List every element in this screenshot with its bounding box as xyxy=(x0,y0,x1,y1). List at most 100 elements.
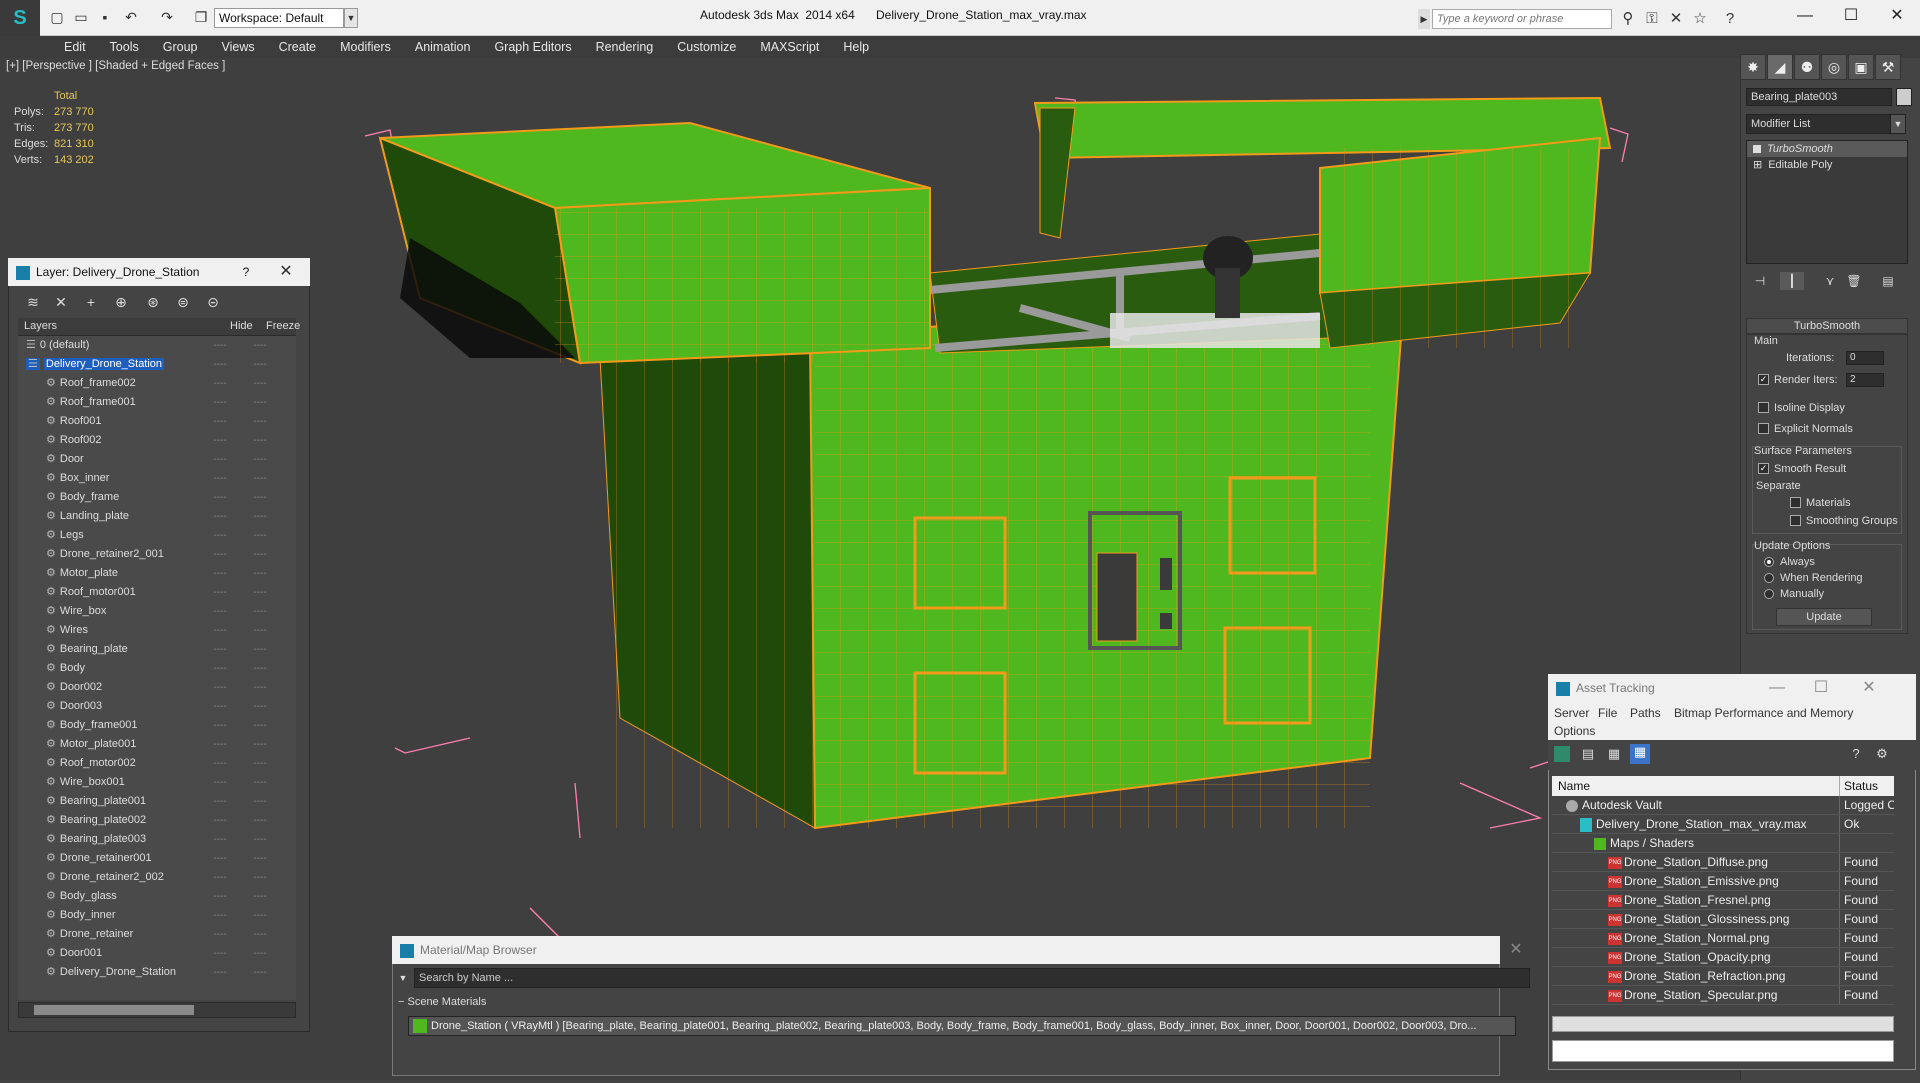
chevron-down-icon[interactable]: ▼ xyxy=(344,8,358,28)
col-freeze[interactable]: Freeze xyxy=(266,320,300,332)
menu-help[interactable]: Help xyxy=(831,36,881,58)
hide-toggle[interactable]: ---- xyxy=(200,431,240,450)
layer-row[interactable]: ⚙ Roof_frame001 ---- ---- xyxy=(18,393,296,412)
freeze-toggle[interactable]: ---- xyxy=(240,735,280,754)
hide-toggle[interactable]: ---- xyxy=(200,963,240,982)
freeze-toggle[interactable]: ---- xyxy=(240,944,280,963)
hide-toggle[interactable]: ---- xyxy=(200,906,240,925)
asset-row[interactable]: PNG Drone_Station_Diffuse.png Found xyxy=(1552,853,1894,872)
layer-row[interactable]: ⚙ Bearing_plate003 ---- ---- xyxy=(18,830,296,849)
freeze-toggle[interactable]: ---- xyxy=(240,906,280,925)
hide-all-layers-icon[interactable]: ⊝ xyxy=(202,292,224,312)
render-iters-spinner[interactable]: 2 xyxy=(1846,373,1884,387)
stack-item-editable-poly[interactable]: ⊞ Editable Poly xyxy=(1747,157,1907,173)
chevron-down-icon[interactable]: ▼ xyxy=(1890,114,1906,134)
layer-row[interactable]: ⚙ Body_frame001 ---- ---- xyxy=(18,716,296,735)
help-button[interactable]: ? xyxy=(236,258,256,286)
menu-file[interactable]: File xyxy=(1598,706,1617,720)
separate-smoothing-groups-checkbox[interactable] xyxy=(1790,515,1801,526)
freeze-toggle[interactable]: ---- xyxy=(240,716,280,735)
layer-row[interactable]: ⚙ Roof_frame002 ---- ---- xyxy=(18,374,296,393)
isoline-display-checkbox[interactable] xyxy=(1758,402,1769,413)
update-button[interactable]: Update xyxy=(1776,608,1872,626)
display-tab-icon[interactable]: ▣ xyxy=(1848,54,1874,80)
asset-row[interactable]: Maps / Shaders xyxy=(1552,834,1894,853)
freeze-toggle[interactable]: ---- xyxy=(240,602,280,621)
layer-row[interactable]: ⚙ Roof001 ---- ---- xyxy=(18,412,296,431)
layer-row[interactable]: ⚙ Bearing_plate002 ---- ---- xyxy=(18,811,296,830)
hide-toggle[interactable]: ---- xyxy=(200,469,240,488)
layer-row[interactable]: ☰ 0 (default) ---- ---- xyxy=(18,336,296,355)
layer-row[interactable]: ⚙ Roof002 ---- ---- xyxy=(18,431,296,450)
iterations-spinner[interactable]: 0 xyxy=(1846,351,1884,365)
layer-row[interactable]: ⚙ Door003 ---- ---- xyxy=(18,697,296,716)
workspace-dropdown[interactable]: Workspace: Default xyxy=(214,8,344,28)
expand-plus-icon[interactable]: ⊞ xyxy=(1753,157,1762,173)
freeze-toggle[interactable]: ---- xyxy=(240,355,280,374)
layer-list-icon[interactable]: ≋ xyxy=(22,292,44,312)
hide-toggle[interactable]: ---- xyxy=(200,868,240,887)
col-status[interactable]: Status xyxy=(1840,776,1894,796)
menu-options[interactable]: Options xyxy=(1554,724,1595,738)
freeze-toggle[interactable]: ---- xyxy=(240,811,280,830)
hide-toggle[interactable]: ---- xyxy=(200,697,240,716)
layer-row[interactable]: ⚙ Drone_retainer2_001 ---- ---- xyxy=(18,545,296,564)
explicit-normals-checkbox[interactable] xyxy=(1758,423,1769,434)
search-input[interactable]: Type a keyword or phrase xyxy=(1432,9,1612,29)
freeze-toggle[interactable]: ---- xyxy=(240,849,280,868)
maximize-icon[interactable]: ☐ xyxy=(1828,4,1874,28)
separate-materials-checkbox[interactable] xyxy=(1790,497,1801,508)
table-view-icon[interactable]: ▦ xyxy=(1630,744,1650,764)
menu-customize[interactable]: Customize xyxy=(665,36,748,58)
asset-row[interactable]: PNG Drone_Station_Normal.png Found xyxy=(1552,929,1894,948)
freeze-toggle[interactable]: ---- xyxy=(240,697,280,716)
modify-tab-icon[interactable]: ◢ xyxy=(1767,54,1793,80)
freeze-toggle[interactable]: ---- xyxy=(240,374,280,393)
freeze-toggle[interactable]: ---- xyxy=(240,868,280,887)
hide-toggle[interactable]: ---- xyxy=(200,412,240,431)
freeze-toggle[interactable]: ---- xyxy=(240,469,280,488)
stack-item-turbosmooth[interactable]: TurboSmooth xyxy=(1747,141,1907,157)
freeze-toggle[interactable]: ---- xyxy=(240,393,280,412)
hide-toggle[interactable]: ---- xyxy=(200,336,240,355)
freeze-toggle[interactable]: ---- xyxy=(240,659,280,678)
object-color-swatch[interactable] xyxy=(1896,88,1912,106)
menu-modifiers[interactable]: Modifiers xyxy=(328,36,403,58)
material-row[interactable]: Drone_Station ( VRayMtl ) [Bearing_plate… xyxy=(408,1016,1516,1036)
freeze-toggle[interactable]: ---- xyxy=(240,488,280,507)
layer-row[interactable]: ⚙ Wire_box ---- ---- xyxy=(18,602,296,621)
minimize-icon[interactable]: — xyxy=(1782,4,1828,28)
refresh-icon[interactable] xyxy=(1554,746,1570,762)
menu-paths[interactable]: Paths xyxy=(1630,706,1661,720)
search-expand-icon[interactable]: ▶ xyxy=(1418,9,1430,29)
undo-icon[interactable]: ↶ xyxy=(122,8,140,26)
freeze-toggle[interactable]: ---- xyxy=(240,792,280,811)
freeze-toggle[interactable]: ---- xyxy=(240,507,280,526)
hide-toggle[interactable]: ---- xyxy=(200,374,240,393)
layer-row[interactable]: ⚙ Bearing_plate ---- ---- xyxy=(18,640,296,659)
asset-row[interactable]: Autodesk Vault Logged O xyxy=(1552,796,1894,815)
hide-toggle[interactable]: ---- xyxy=(200,545,240,564)
binoculars-icon[interactable]: ⚲ xyxy=(1618,9,1638,29)
freeze-toggle[interactable]: ---- xyxy=(240,412,280,431)
layer-row[interactable]: ⚙ Motor_plate001 ---- ---- xyxy=(18,735,296,754)
freeze-toggle[interactable]: ---- xyxy=(240,830,280,849)
freeze-toggle[interactable]: ---- xyxy=(240,431,280,450)
asset-row[interactable]: Delivery_Drone_Station_max_vray.max Ok xyxy=(1552,815,1894,834)
layer-row[interactable]: ⚙ Motor_plate ---- ---- xyxy=(18,564,296,583)
hide-toggle[interactable]: ---- xyxy=(200,716,240,735)
freeze-toggle[interactable]: ---- xyxy=(240,963,280,982)
turbosmooth-rollout-header[interactable]: TurboSmooth xyxy=(1746,318,1908,334)
hide-toggle[interactable]: ---- xyxy=(200,621,240,640)
freeze-toggle[interactable]: ---- xyxy=(240,773,280,792)
hide-toggle[interactable]: ---- xyxy=(200,393,240,412)
list-view-icon[interactable]: ▤ xyxy=(1580,746,1596,762)
help-icon[interactable]: ? xyxy=(1848,746,1864,762)
asset-row[interactable]: PNG Drone_Station_Specular.png Found xyxy=(1552,986,1894,1005)
horizontal-scrollbar[interactable] xyxy=(1552,1016,1894,1032)
asset-row[interactable]: PNG Drone_Station_Emissive.png Found xyxy=(1552,872,1894,891)
freeze-toggle[interactable]: ---- xyxy=(240,678,280,697)
hide-toggle[interactable]: ---- xyxy=(200,792,240,811)
key-icon[interactable]: ⚿ xyxy=(1642,9,1662,29)
col-layers[interactable]: Layers xyxy=(24,320,57,332)
